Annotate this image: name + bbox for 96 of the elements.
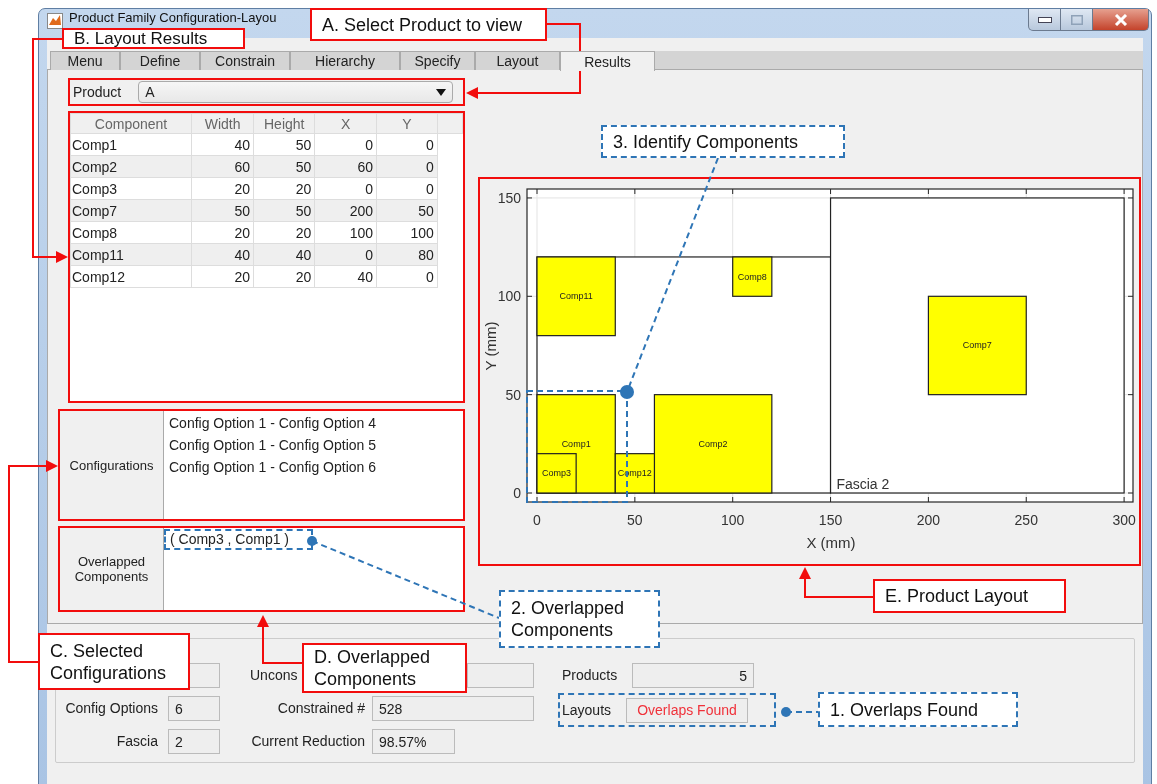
close-icon xyxy=(1113,13,1128,26)
tab[interactable]: Menu xyxy=(50,51,120,70)
tab[interactable]: Specify xyxy=(400,51,475,70)
field-label: Constrained # xyxy=(276,699,365,716)
column-header: Component xyxy=(70,113,192,134)
field-label: Product xyxy=(73,84,122,100)
table-cell: Comp1 xyxy=(70,133,192,156)
field-label: Config Options xyxy=(64,699,158,716)
caret-icon xyxy=(436,88,447,96)
callout-label: 1. Overlaps Found xyxy=(818,692,1018,727)
table-cell: Comp12 xyxy=(70,265,192,288)
axis-title: X (mm) xyxy=(806,534,856,551)
minimize-button[interactable] xyxy=(1028,9,1061,31)
tick-label: 0 xyxy=(533,512,541,528)
callout-label: 3. Identify Components xyxy=(601,125,845,158)
tick-label: 200 xyxy=(916,512,941,528)
component-label: Comp1 xyxy=(561,438,591,449)
window-title: Product Family Configuration-Layou xyxy=(69,10,277,25)
column-header: Y xyxy=(376,113,438,134)
table-cell: Comp7 xyxy=(70,199,192,222)
component-label: Comp7 xyxy=(962,340,992,351)
list-item[interactable]: Config Option 1 - Config Option 4 xyxy=(169,415,376,437)
tick-label: 150 xyxy=(818,512,843,528)
table-cell: 40 xyxy=(191,133,254,156)
table-cell: 0 xyxy=(314,177,377,200)
field-label: Current Reduction xyxy=(250,732,365,749)
table-cell: 40 xyxy=(314,265,377,288)
readout-field: Overlaps Found xyxy=(626,697,748,723)
maximize-icon xyxy=(1070,14,1083,25)
tick-label: 150 xyxy=(497,189,521,206)
table-cell: 0 xyxy=(314,133,377,156)
list-item[interactable]: ( Comp3 , Comp1 ) xyxy=(170,531,290,548)
component-label: Comp2 xyxy=(698,438,728,449)
fascia-label: Fascia 2 xyxy=(836,476,890,492)
tick-label: 250 xyxy=(1014,512,1038,528)
table-cell: 20 xyxy=(191,265,254,288)
table-cell: 100 xyxy=(376,221,438,244)
component-block xyxy=(732,256,773,297)
callout-label: B. Layout Results xyxy=(62,28,245,49)
table-cell: 20 xyxy=(253,177,315,200)
table-cell: 20 xyxy=(253,265,315,288)
component-label: Comp11 xyxy=(559,291,593,302)
callout-label: C. Selected Configurations xyxy=(38,633,190,690)
tab[interactable]: Define xyxy=(120,51,200,70)
tick-label: 50 xyxy=(505,386,521,403)
tick-label: 0 xyxy=(513,485,521,501)
readout-field: 2 xyxy=(168,729,220,754)
close-button[interactable] xyxy=(1093,9,1149,31)
field-label: Layouts xyxy=(561,702,613,718)
product-dropdown[interactable]: A xyxy=(138,81,454,103)
list-item[interactable]: Config Option 1 - Config Option 6 xyxy=(169,459,376,481)
panel-label: Configurations xyxy=(69,457,154,473)
tick-label: 100 xyxy=(497,288,521,305)
column-header: Width xyxy=(191,113,254,134)
table-cell: Comp3 xyxy=(70,177,192,200)
table-cell: 20 xyxy=(191,177,254,200)
field-label: Products xyxy=(561,666,619,683)
minimize-icon xyxy=(1037,16,1052,23)
readout-field: 6 xyxy=(168,696,220,721)
field-label: Uncons xyxy=(249,666,298,683)
callout-label: 2. Overlapped Components xyxy=(499,590,660,648)
callout-label: E. Product Layout xyxy=(873,579,1066,613)
tab[interactable]: Layout xyxy=(475,51,560,70)
table-cell: 0 xyxy=(376,133,438,156)
tab[interactable]: Hierarchy xyxy=(290,51,400,70)
readout-field: 528 xyxy=(372,696,534,721)
readout-field: 5 xyxy=(632,663,754,688)
readout-field xyxy=(467,663,534,688)
table-cell: Comp8 xyxy=(70,221,192,244)
table-cell: Comp2 xyxy=(70,155,192,178)
table-cell: 0 xyxy=(376,177,438,200)
table-cell: 20 xyxy=(191,221,254,244)
callout-label: A. Select Product to view xyxy=(310,8,547,41)
tab[interactable]: Results xyxy=(560,51,655,71)
leader-line xyxy=(781,707,819,717)
table-cell: Comp11 xyxy=(70,243,192,266)
table-cell: 0 xyxy=(376,265,438,288)
column-header: Height xyxy=(253,113,315,134)
panel-label: Overlapped Components xyxy=(73,554,150,584)
tick-label: 50 xyxy=(627,512,643,528)
tick-label: 300 xyxy=(1112,512,1136,528)
list-item[interactable]: Config Option 1 - Config Option 5 xyxy=(169,437,376,459)
leader-line xyxy=(257,615,303,664)
tab[interactable]: Constrain xyxy=(200,51,290,70)
axis-title: Y (mm) xyxy=(482,321,499,371)
table-cell: 50 xyxy=(253,133,315,156)
app-icon xyxy=(47,13,63,29)
tick-label: 100 xyxy=(721,512,745,528)
callout-label: D. Overlapped Components xyxy=(302,643,467,693)
component-label: Comp3 xyxy=(542,468,572,479)
component-label: Comp8 xyxy=(737,271,767,282)
table-cell: 20 xyxy=(253,221,315,244)
readout-field: 98.57% xyxy=(372,729,455,754)
field-label: Fascia xyxy=(115,732,158,749)
column-header: X xyxy=(314,113,377,134)
table-cell: 100 xyxy=(314,221,377,244)
